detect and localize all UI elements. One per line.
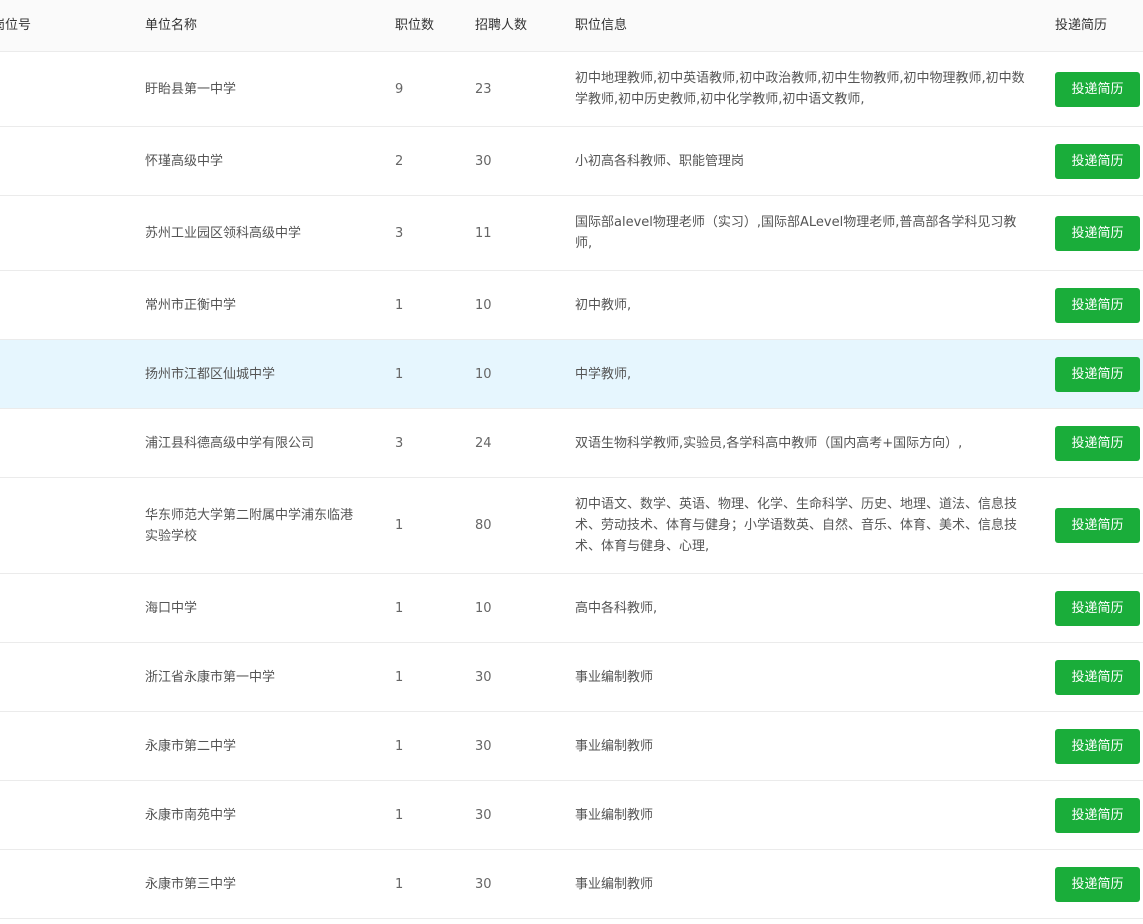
apply-cell: 投递简历: [1055, 781, 1143, 849]
position-count: 9: [395, 81, 404, 97]
hire-count: 30: [475, 807, 492, 823]
apply-cell: 投递简历: [1055, 127, 1143, 195]
table-row: 华东师范大学第二附属中学浦东临港实验学校 1 80 初中语文、数学、英语、物理、…: [0, 478, 1143, 574]
position-count: 1: [395, 600, 404, 616]
position-info: 初中语文、数学、英语、物理、化学、生命科学、历史、地理、道法、信息技术、劳动技术…: [575, 497, 1018, 554]
apply-cell: 投递简历: [1055, 643, 1143, 711]
header-name: 单位名称: [145, 18, 198, 33]
position-info: 初中教师,: [575, 297, 632, 313]
apply-cell: 投递简历: [1055, 271, 1143, 339]
unit-name: 永康市南苑中学: [145, 807, 237, 823]
unit-name: 盱眙县第一中学: [145, 81, 237, 97]
position-info: 初中地理教师,初中英语教师,初中政治教师,初中生物教师,初中物理教师,初中数学教…: [575, 71, 1025, 107]
unit-name: 浙江省永康市第一中学: [145, 669, 276, 685]
table-row: 浙江省永康市第一中学 1 30 事业编制教师 投递简历: [0, 643, 1143, 712]
apply-button[interactable]: 投递简历: [1055, 71, 1140, 107]
position-count: 1: [395, 297, 404, 313]
table-row: 盱眙县第一中学 9 23 初中地理教师,初中英语教师,初中政治教师,初中生物教师…: [0, 52, 1143, 127]
apply-button[interactable]: 投递简历: [1055, 215, 1140, 251]
hire-count: 30: [475, 738, 492, 754]
apply-cell: 投递简历: [1055, 340, 1143, 408]
hire-count: 10: [475, 366, 492, 382]
position-info: 高中各科教师,: [575, 600, 658, 616]
table-row: 苏州工业园区领科高级中学 3 11 国际部alevel物理老师（实习）,国际部A…: [0, 196, 1143, 271]
apply-cell: 投递简历: [1055, 478, 1143, 573]
position-count: 1: [395, 738, 404, 754]
unit-name: 浦江县科德高级中学有限公司: [145, 435, 315, 451]
apply-button[interactable]: 投递简历: [1055, 590, 1140, 626]
hire-count: 10: [475, 297, 492, 313]
apply-button[interactable]: 投递简历: [1055, 797, 1140, 833]
apply-button[interactable]: 投递简历: [1055, 728, 1140, 764]
apply-cell: 投递简历: [1055, 712, 1143, 780]
unit-name: 常州市正衡中学: [145, 297, 237, 313]
table-row: 怀瑾高级中学 2 30 小初高各科教师、职能管理岗 投递简历: [0, 127, 1143, 196]
job-table: 岗位号 单位名称 职位数 招聘人数 职位信息 投递简历 盱眙县第一中学 9 23…: [0, 0, 1143, 919]
header-people: 招聘人数: [475, 18, 528, 33]
hire-count: 10: [475, 600, 492, 616]
apply-button[interactable]: 投递简历: [1055, 659, 1140, 695]
position-count: 3: [395, 225, 404, 241]
position-info: 事业编制教师: [575, 738, 654, 754]
apply-cell: 投递简历: [1055, 409, 1143, 477]
position-info: 国际部alevel物理老师（实习）,国际部ALevel物理老师,普高部各学科见习…: [575, 215, 1017, 251]
apply-button[interactable]: 投递简历: [1055, 356, 1140, 392]
header-info: 职位信息: [575, 18, 628, 33]
position-count: 2: [395, 153, 404, 169]
header-code: 岗位号: [0, 18, 32, 33]
header-count: 职位数: [395, 18, 435, 33]
apply-button[interactable]: 投递简历: [1055, 287, 1140, 323]
apply-cell: 投递简历: [1055, 52, 1143, 126]
position-count: 1: [395, 669, 404, 685]
position-info: 事业编制教师: [575, 876, 654, 892]
apply-cell: 投递简历: [1055, 574, 1143, 642]
position-count: 1: [395, 366, 404, 382]
position-info: 小初高各科教师、职能管理岗: [575, 153, 745, 169]
hire-count: 23: [475, 81, 492, 97]
unit-name: 永康市第三中学: [145, 876, 237, 892]
table-row: 永康市第三中学 1 30 事业编制教师 投递简历: [0, 850, 1143, 919]
apply-button[interactable]: 投递简历: [1055, 508, 1140, 543]
apply-cell: 投递简历: [1055, 850, 1143, 918]
hire-count: 30: [475, 876, 492, 892]
unit-name: 华东师范大学第二附属中学浦东临港实验学校: [145, 507, 354, 544]
table-header: 岗位号 单位名称 职位数 招聘人数 职位信息 投递简历: [0, 0, 1143, 52]
unit-name: 怀瑾高级中学: [145, 153, 224, 169]
table-row: 永康市南苑中学 1 30 事业编制教师 投递简历: [0, 781, 1143, 850]
unit-name: 海口中学: [145, 600, 198, 616]
table-row: 常州市正衡中学 1 10 初中教师, 投递简历: [0, 271, 1143, 340]
apply-button[interactable]: 投递简历: [1055, 143, 1140, 179]
position-info: 双语生物科学教师,实验员,各学科高中教师（国内高考+国际方向）,: [575, 435, 963, 451]
table-row: 浦江县科德高级中学有限公司 3 24 双语生物科学教师,实验员,各学科高中教师（…: [0, 409, 1143, 478]
hire-count: 30: [475, 669, 492, 685]
header-action: 投递简历: [1055, 18, 1108, 33]
table-row-hovered: 扬州市江都区仙城中学 1 10 中学教师, 投递简历: [0, 340, 1143, 409]
table-row: 永康市第二中学 1 30 事业编制教师 投递简历: [0, 712, 1143, 781]
hire-count: 24: [475, 435, 492, 451]
unit-name: 永康市第二中学: [145, 738, 237, 754]
unit-name: 扬州市江都区仙城中学: [145, 366, 276, 382]
position-count: 3: [395, 435, 404, 451]
apply-cell: 投递简历: [1055, 196, 1143, 270]
position-info: 事业编制教师: [575, 669, 654, 685]
position-info: 事业编制教师: [575, 807, 654, 823]
position-count: 1: [395, 876, 404, 892]
unit-name: 苏州工业园区领科高级中学: [145, 225, 302, 241]
hire-count: 11: [475, 225, 492, 241]
apply-button[interactable]: 投递简历: [1055, 425, 1140, 461]
hire-count: 30: [475, 153, 492, 169]
hire-count: 80: [475, 518, 492, 533]
position-count: 1: [395, 807, 404, 823]
position-info: 中学教师,: [575, 366, 632, 382]
apply-button[interactable]: 投递简历: [1055, 866, 1140, 902]
position-count: 1: [395, 518, 404, 533]
table-row: 海口中学 1 10 高中各科教师, 投递简历: [0, 574, 1143, 643]
